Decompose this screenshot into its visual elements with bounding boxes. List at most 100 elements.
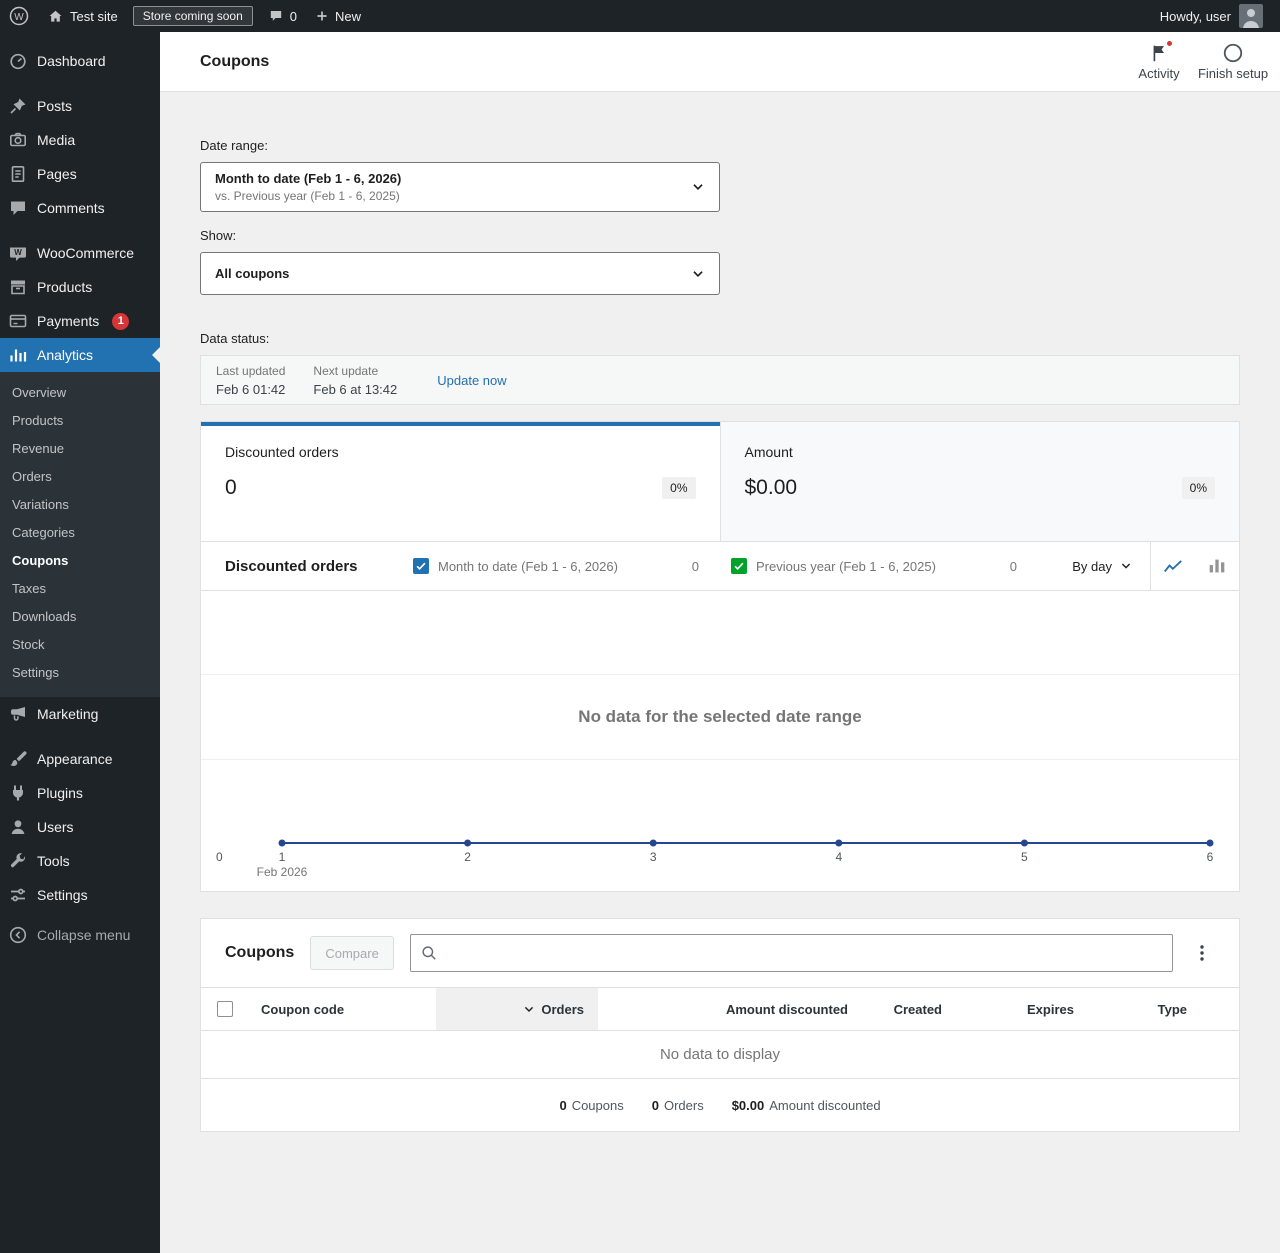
summary-label: Coupons: [572, 1098, 624, 1113]
column-header-amount-discounted[interactable]: Amount discounted: [598, 988, 862, 1030]
column-header-created[interactable]: Created: [862, 988, 956, 1030]
wordpress-logo-menu[interactable]: W: [0, 0, 38, 32]
submenu-item-overview[interactable]: Overview: [0, 379, 160, 407]
bar-chart-icon: [8, 345, 28, 365]
submenu-item-products[interactable]: Products: [0, 407, 160, 435]
sliders-icon: [8, 885, 28, 905]
interval-select[interactable]: By day: [1056, 542, 1150, 590]
chart-type-toggle: [1150, 542, 1239, 590]
legend-item-current-period[interactable]: Month to date (Feb 1 - 6, 2026) 0: [397, 542, 715, 590]
column-header-orders-sorted[interactable]: Orders: [436, 988, 598, 1030]
column-label: Amount discounted: [726, 1002, 848, 1017]
search-icon: [420, 944, 438, 962]
table-menu-button[interactable]: [1189, 943, 1215, 963]
legend-item-previous-period[interactable]: Previous year (Feb 1 - 6, 2025) 0: [715, 542, 1033, 590]
summary-tile-discounted-orders[interactable]: Discounted orders 0 0%: [201, 422, 720, 541]
show-filter-label: Show:: [200, 228, 1240, 243]
page-header: Coupons Activity Finish setup: [160, 32, 1280, 92]
show-filter-value: All coupons: [215, 266, 675, 281]
submenu-item-variations[interactable]: Variations: [0, 491, 160, 519]
menu-separator: [0, 731, 160, 742]
sidebar-item-plugins[interactable]: Plugins: [0, 776, 160, 810]
megaphone-icon: [8, 704, 28, 724]
sidebar-item-label: Pages: [37, 166, 77, 182]
sidebar-item-tools[interactable]: Tools: [0, 844, 160, 878]
sidebar-item-dashboard[interactable]: Dashboard: [0, 44, 160, 78]
sidebar-item-appearance[interactable]: Appearance: [0, 742, 160, 776]
summary-tiles: Discounted orders 0 0% Amount $0.00 0%: [201, 422, 1239, 541]
column-header-coupon-code[interactable]: Coupon code: [241, 988, 436, 1030]
sidebar-item-woocommerce[interactable]: W WooCommerce: [0, 236, 160, 270]
sidebar-item-payments[interactable]: Payments 1: [0, 304, 160, 338]
coupons-table-card: Coupons Compare Coupon code: [200, 918, 1240, 1132]
sidebar-item-label: Tools: [37, 853, 70, 869]
select-all-checkbox[interactable]: [217, 1001, 233, 1017]
sidebar-item-settings[interactable]: Settings: [0, 878, 160, 912]
sidebar-item-analytics[interactable]: Analytics: [0, 338, 160, 372]
date-range-select[interactable]: Month to date (Feb 1 - 6, 2026) vs. Prev…: [200, 162, 720, 212]
submenu-item-taxes[interactable]: Taxes: [0, 575, 160, 603]
data-status-box: Last updated Feb 6 01:42 Next update Feb…: [200, 355, 1240, 405]
woocommerce-icon: W: [8, 243, 28, 263]
legend-count: 0: [692, 559, 699, 574]
sidebar-item-comments[interactable]: Comments: [0, 191, 160, 225]
summary-label: Orders: [664, 1098, 704, 1113]
summary-coupons: 0 Coupons: [559, 1098, 623, 1113]
sidebar-item-users[interactable]: Users: [0, 810, 160, 844]
update-now-link[interactable]: Update now: [437, 373, 506, 388]
sidebar-item-label: Marketing: [37, 706, 98, 722]
finish-setup-button[interactable]: Finish setup: [1196, 32, 1270, 92]
show-filter-select[interactable]: All coupons: [200, 252, 720, 295]
line-chart-toggle-button[interactable]: [1151, 542, 1195, 590]
submenu-item-orders[interactable]: Orders: [0, 463, 160, 491]
summary-orders: 0 Orders: [652, 1098, 704, 1113]
svg-text:W: W: [14, 248, 22, 257]
site-name-menu[interactable]: Test site: [38, 0, 127, 32]
submenu-item-revenue[interactable]: Revenue: [0, 435, 160, 463]
x-tick: 6: [1207, 850, 1214, 864]
store-coming-soon-badge: Store coming soon: [133, 6, 253, 26]
sidebar-item-posts[interactable]: Posts: [0, 89, 160, 123]
new-content-menu[interactable]: New: [306, 0, 370, 32]
paintbrush-icon: [8, 749, 28, 769]
main-area: Coupons Activity Finish setup Date range…: [160, 32, 1280, 1253]
bar-chart-toggle-button[interactable]: [1195, 542, 1239, 590]
sidebar-item-marketing[interactable]: Marketing: [0, 697, 160, 731]
activity-button[interactable]: Activity: [1122, 32, 1196, 92]
comments-menu[interactable]: 0: [259, 0, 306, 32]
search-input[interactable]: [410, 934, 1173, 972]
column-label: Type: [1158, 1002, 1187, 1017]
submenu-item-coupons[interactable]: Coupons: [0, 547, 160, 575]
gridline: [201, 674, 1239, 675]
submenu-item-downloads[interactable]: Downloads: [0, 603, 160, 631]
summary-tile-amount[interactable]: Amount $0.00 0%: [720, 422, 1240, 541]
admin-bar: W Test site Store coming soon 0 New Howd…: [0, 0, 1280, 32]
home-icon: [47, 8, 64, 25]
chart-plot-area: No data for the selected date range: [201, 591, 1239, 843]
submenu-item-settings[interactable]: Settings: [0, 659, 160, 687]
sidebar-item-products[interactable]: Products: [0, 270, 160, 304]
sidebar-item-label: Plugins: [37, 785, 83, 801]
box-icon: [8, 277, 28, 297]
percent-change-badge: 0%: [1182, 477, 1215, 499]
compare-button[interactable]: Compare: [310, 936, 393, 970]
column-header-type[interactable]: Type: [1088, 988, 1239, 1030]
y-axis-zero-label: 0: [216, 850, 223, 864]
my-account-menu[interactable]: Howdy, user: [1151, 0, 1280, 32]
sidebar-item-label: Dashboard: [37, 53, 106, 69]
date-range-secondary: vs. Previous year (Feb 1 - 6, 2025): [215, 189, 675, 203]
select-all-cell: [201, 988, 241, 1030]
chevron-down-icon: [1118, 558, 1134, 574]
sidebar-item-media[interactable]: Media: [0, 123, 160, 157]
sidebar-item-pages[interactable]: Pages: [0, 157, 160, 191]
column-label: Created: [894, 1002, 942, 1017]
menu-separator: [0, 225, 160, 236]
sidebar-item-label: Products: [37, 279, 92, 295]
wordpress-logo-icon: W: [9, 6, 29, 26]
submenu-item-stock[interactable]: Stock: [0, 631, 160, 659]
collapse-menu-button[interactable]: Collapse menu: [0, 918, 160, 952]
date-range-label: Date range:: [200, 138, 1240, 153]
x-axis-month-label: Feb 2026: [257, 865, 308, 879]
column-header-expires[interactable]: Expires: [956, 988, 1088, 1030]
submenu-item-categories[interactable]: Categories: [0, 519, 160, 547]
